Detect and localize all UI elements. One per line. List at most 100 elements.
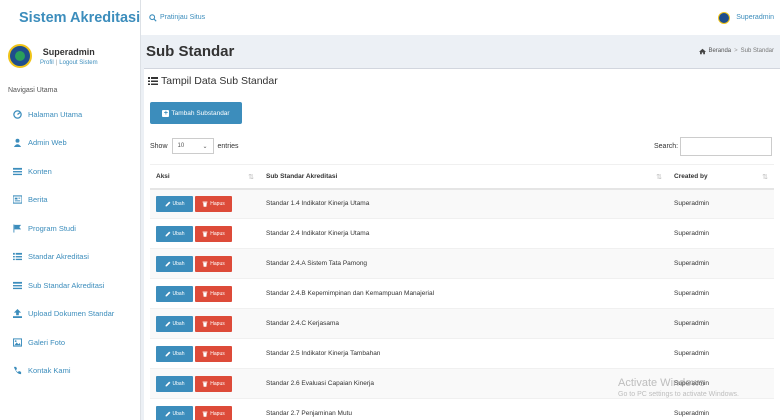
created-by: Superadmin <box>668 248 774 279</box>
user-icon <box>12 138 22 148</box>
breadcrumb: Beranda > Sub Standar <box>699 48 774 55</box>
search-input[interactable] <box>680 137 773 156</box>
page-title: Sub Standar <box>146 42 235 60</box>
edit-icon <box>165 201 170 207</box>
trash-icon <box>202 261 208 267</box>
logout-link[interactable]: Logout Sistem <box>59 60 97 66</box>
user-name: Superadmin <box>42 46 95 57</box>
table-row: Ubah Hapus Standar 2.5 Indikator Kinerja … <box>150 338 774 369</box>
preview-site-link[interactable]: Pratinjau Situs <box>149 13 206 22</box>
created-by: Superadmin <box>668 338 774 369</box>
edit-button[interactable]: Ubah <box>156 195 193 212</box>
sidebar-item-label: Standar Akreditasi <box>28 252 89 262</box>
home-icon <box>699 48 707 54</box>
image-icon <box>12 337 22 347</box>
plus-icon: + <box>162 109 170 117</box>
sub-standard-name: Standar 2.4.A Sistem Tata Pamong <box>260 248 668 279</box>
edit-icon <box>165 321 170 326</box>
delete-button[interactable]: Hapus <box>195 195 232 212</box>
sidebar-item-program-studi[interactable]: Program Studi <box>0 214 140 243</box>
trash-icon <box>202 291 208 297</box>
sidebar-item-galeri-foto[interactable]: Galeri Foto <box>0 328 140 357</box>
sidebar-item-label: Sub Standar Akreditasi <box>28 280 105 290</box>
avatar <box>8 44 32 68</box>
brand-title: Sistem Akreditasi <box>19 9 141 26</box>
sidebar-item-label: Program Studi <box>28 223 76 233</box>
user-panel: Superadmin Profil | Logout Sistem <box>0 35 140 79</box>
column-header-created-by[interactable]: Created by ⇅ <box>668 164 774 190</box>
trash-icon <box>202 381 208 387</box>
sub-standard-name: Standar 2.5 Indikator Kinerja Tambahan <box>260 338 668 369</box>
column-header-sub-standar[interactable]: Sub Standar Akreditasi ⇅ <box>260 164 668 190</box>
brand-logo[interactable]: Sistem Akreditasi <box>0 0 140 35</box>
edit-button[interactable]: Ubah <box>156 255 193 272</box>
sidebar-item-label: Berita <box>28 195 48 205</box>
delete-button[interactable]: Hapus <box>195 255 232 272</box>
entries-length-control: Show 10 ⌄ entries <box>150 138 239 154</box>
content-header: Sub Standar Beranda > Sub Standar <box>141 35 780 67</box>
edit-button[interactable]: Ubah <box>156 315 193 332</box>
avatar <box>718 11 731 24</box>
data-box: Tampil Data Sub Standar + Tambah Substan… <box>144 68 780 420</box>
edit-button[interactable]: Ubah <box>156 345 193 362</box>
sidebar-item-konten[interactable]: Konten <box>0 157 140 186</box>
sidebar-item-admin-web[interactable]: Admin Web <box>0 129 140 158</box>
search-label: Search: <box>654 143 679 150</box>
substandard-table: Aksi ⇅ Sub Standar Akreditasi ⇅ Created by… <box>150 164 774 420</box>
profile-link[interactable]: Profil <box>40 60 54 66</box>
edit-icon <box>165 231 170 236</box>
breadcrumb-home[interactable]: Beranda <box>708 48 731 54</box>
trash-icon <box>202 351 208 357</box>
chevron-down-icon: ⌄ <box>202 143 208 150</box>
edit-icon <box>165 291 170 296</box>
sidebar-item-upload-dokumen-standar[interactable]: Upload Dokumen Standar <box>0 300 140 329</box>
sidebar-item-standar-akreditasi[interactable]: Standar Akreditasi <box>0 243 140 272</box>
trash-icon <box>202 201 208 207</box>
delete-button[interactable]: Hapus <box>195 225 232 242</box>
sub-standard-name: Standar 2.6 Evaluasi Capaian Kinerja <box>260 368 668 399</box>
sidebar-item-label: Kontak Kami <box>28 366 71 376</box>
edit-button[interactable]: Ubah <box>156 405 193 420</box>
created-by: Superadmin <box>668 218 774 249</box>
list-icon <box>12 280 22 290</box>
trash-icon <box>202 321 208 327</box>
table-row: Ubah Hapus Standar 2.4.C Kerjasama Supera… <box>150 308 774 339</box>
box-title: Tampil Data Sub Standar <box>144 69 780 93</box>
table-row: Ubah Hapus Standar 2.4.A Sistem Tata Pamo… <box>150 248 774 279</box>
top-navbar: Pratinjau Situs Superadmin <box>141 0 780 35</box>
trash-icon <box>202 231 208 237</box>
list-icon <box>12 252 22 262</box>
search-icon <box>149 13 157 22</box>
table-row: Ubah Hapus Standar 2.6 Evaluasi Capaian K… <box>150 368 774 399</box>
entries-label: entries <box>217 142 239 150</box>
user-menu[interactable]: Superadmin <box>718 11 774 24</box>
sidebar-item-halaman-utama[interactable]: Halaman Utama <box>0 100 140 129</box>
add-substandard-button[interactable]: + Tambah Substandar <box>150 102 242 124</box>
preview-label: Pratinjau Situs <box>160 14 206 21</box>
table-row: Ubah Hapus Standar 2.4.B Kepemimpinan dan… <box>150 278 774 309</box>
delete-button[interactable]: Hapus <box>195 375 232 392</box>
created-by: Superadmin <box>668 398 774 420</box>
delete-button[interactable]: Hapus <box>195 285 232 302</box>
table-row: Ubah Hapus Standar 1.4 Indikator Kinerja … <box>150 188 774 219</box>
add-button-label: Tambah Substandar <box>171 109 230 117</box>
sidebar: Sistem Akreditasi Superadmin Profil | Logo… <box>0 0 141 420</box>
delete-button[interactable]: Hapus <box>195 315 232 332</box>
newspaper-icon <box>12 195 22 205</box>
column-header-aksi[interactable]: Aksi ⇅ <box>150 164 260 190</box>
sub-standard-name: Standar 2.4 Indikator Kinerja Utama <box>260 218 668 249</box>
sidebar-item-label: Galeri Foto <box>28 337 66 347</box>
edit-button[interactable]: Ubah <box>156 285 193 302</box>
delete-button[interactable]: Hapus <box>195 345 232 362</box>
sidebar-item-berita[interactable]: Berita <box>0 186 140 215</box>
sort-icon: ⇅ <box>762 174 768 181</box>
edit-button[interactable]: Ubah <box>156 375 193 392</box>
dashboard-icon <box>12 109 22 119</box>
sidebar-item-sub-standar-akreditasi[interactable]: Sub Standar Akreditasi <box>0 271 140 300</box>
sub-standard-name: Standar 2.4.B Kepemimpinan dan Kemampuan… <box>260 278 668 309</box>
edit-button[interactable]: Ubah <box>156 225 193 242</box>
delete-button[interactable]: Hapus <box>195 405 232 420</box>
entries-select[interactable]: 10 ⌄ <box>171 138 214 154</box>
top-user-name: Superadmin <box>736 14 774 21</box>
sidebar-item-kontak-kami[interactable]: Kontak Kami <box>0 357 140 386</box>
